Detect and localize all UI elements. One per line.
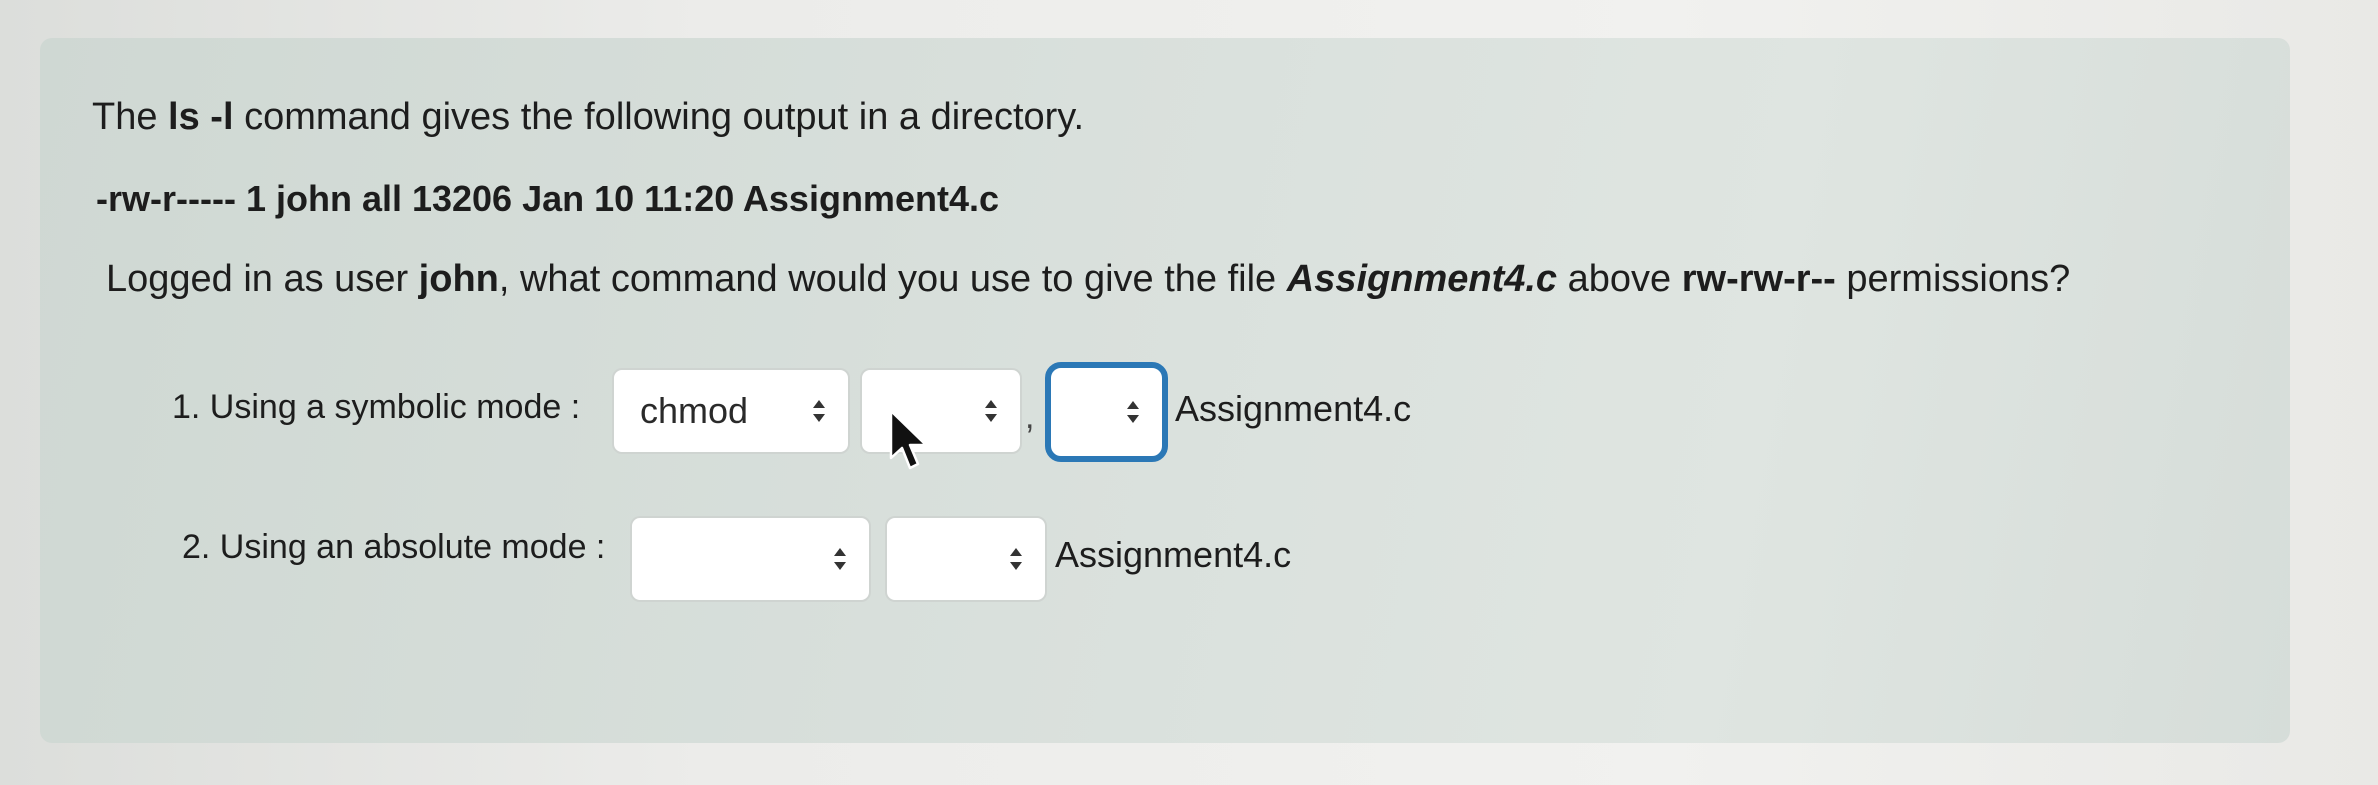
command-name: ls -l: [168, 96, 234, 138]
prompt-permissions: rw-rw-r--: [1681, 258, 1836, 300]
question-intro: The ls -l command gives the following ou…: [92, 96, 1084, 139]
symbolic-command-select[interactable]: chmod: [612, 368, 850, 454]
updown-caret-icon: [813, 400, 825, 422]
question-card: The ls -l command gives the following ou…: [40, 38, 2290, 743]
prompt-text-end: permissions?: [1835, 258, 2071, 300]
prompt-filename: Assignment4.c: [1286, 258, 1558, 300]
updown-caret-icon: [1010, 548, 1022, 570]
absolute-second-select[interactable]: [885, 516, 1047, 602]
prompt-text-mid: , what command would you use to give the…: [498, 258, 1287, 300]
ls-output-line: -rw-r----- 1 john all 13206 Jan 10 11:20…: [96, 178, 999, 219]
symbolic-who-select[interactable]: [860, 368, 1022, 454]
separator-comma: ,: [1025, 398, 1035, 436]
symbolic-permission-select[interactable]: [1045, 362, 1168, 462]
symbolic-filename: Assignment4.c: [1175, 388, 1412, 429]
intro-text-end: command gives the following output in a …: [233, 96, 1085, 138]
symbolic-mode-label: 1. Using a symbolic mode :: [172, 388, 581, 426]
prompt-text-mid2: above: [1557, 258, 1682, 300]
prompt-text: Logged in as user: [106, 258, 419, 300]
updown-caret-icon: [1127, 401, 1139, 423]
absolute-filename: Assignment4.c: [1055, 534, 1292, 575]
updown-caret-icon: [985, 400, 997, 422]
prompt-user: john: [418, 258, 499, 300]
absolute-mode-label: 2. Using an absolute mode :: [182, 528, 606, 566]
updown-caret-icon: [834, 548, 846, 570]
symbolic-command-value: chmod: [640, 390, 749, 431]
intro-text: The: [92, 96, 169, 138]
absolute-first-select[interactable]: [630, 516, 871, 602]
mouse-pointer-icon: [889, 409, 928, 470]
question-prompt: Logged in as user john, what command wou…: [106, 258, 2070, 301]
